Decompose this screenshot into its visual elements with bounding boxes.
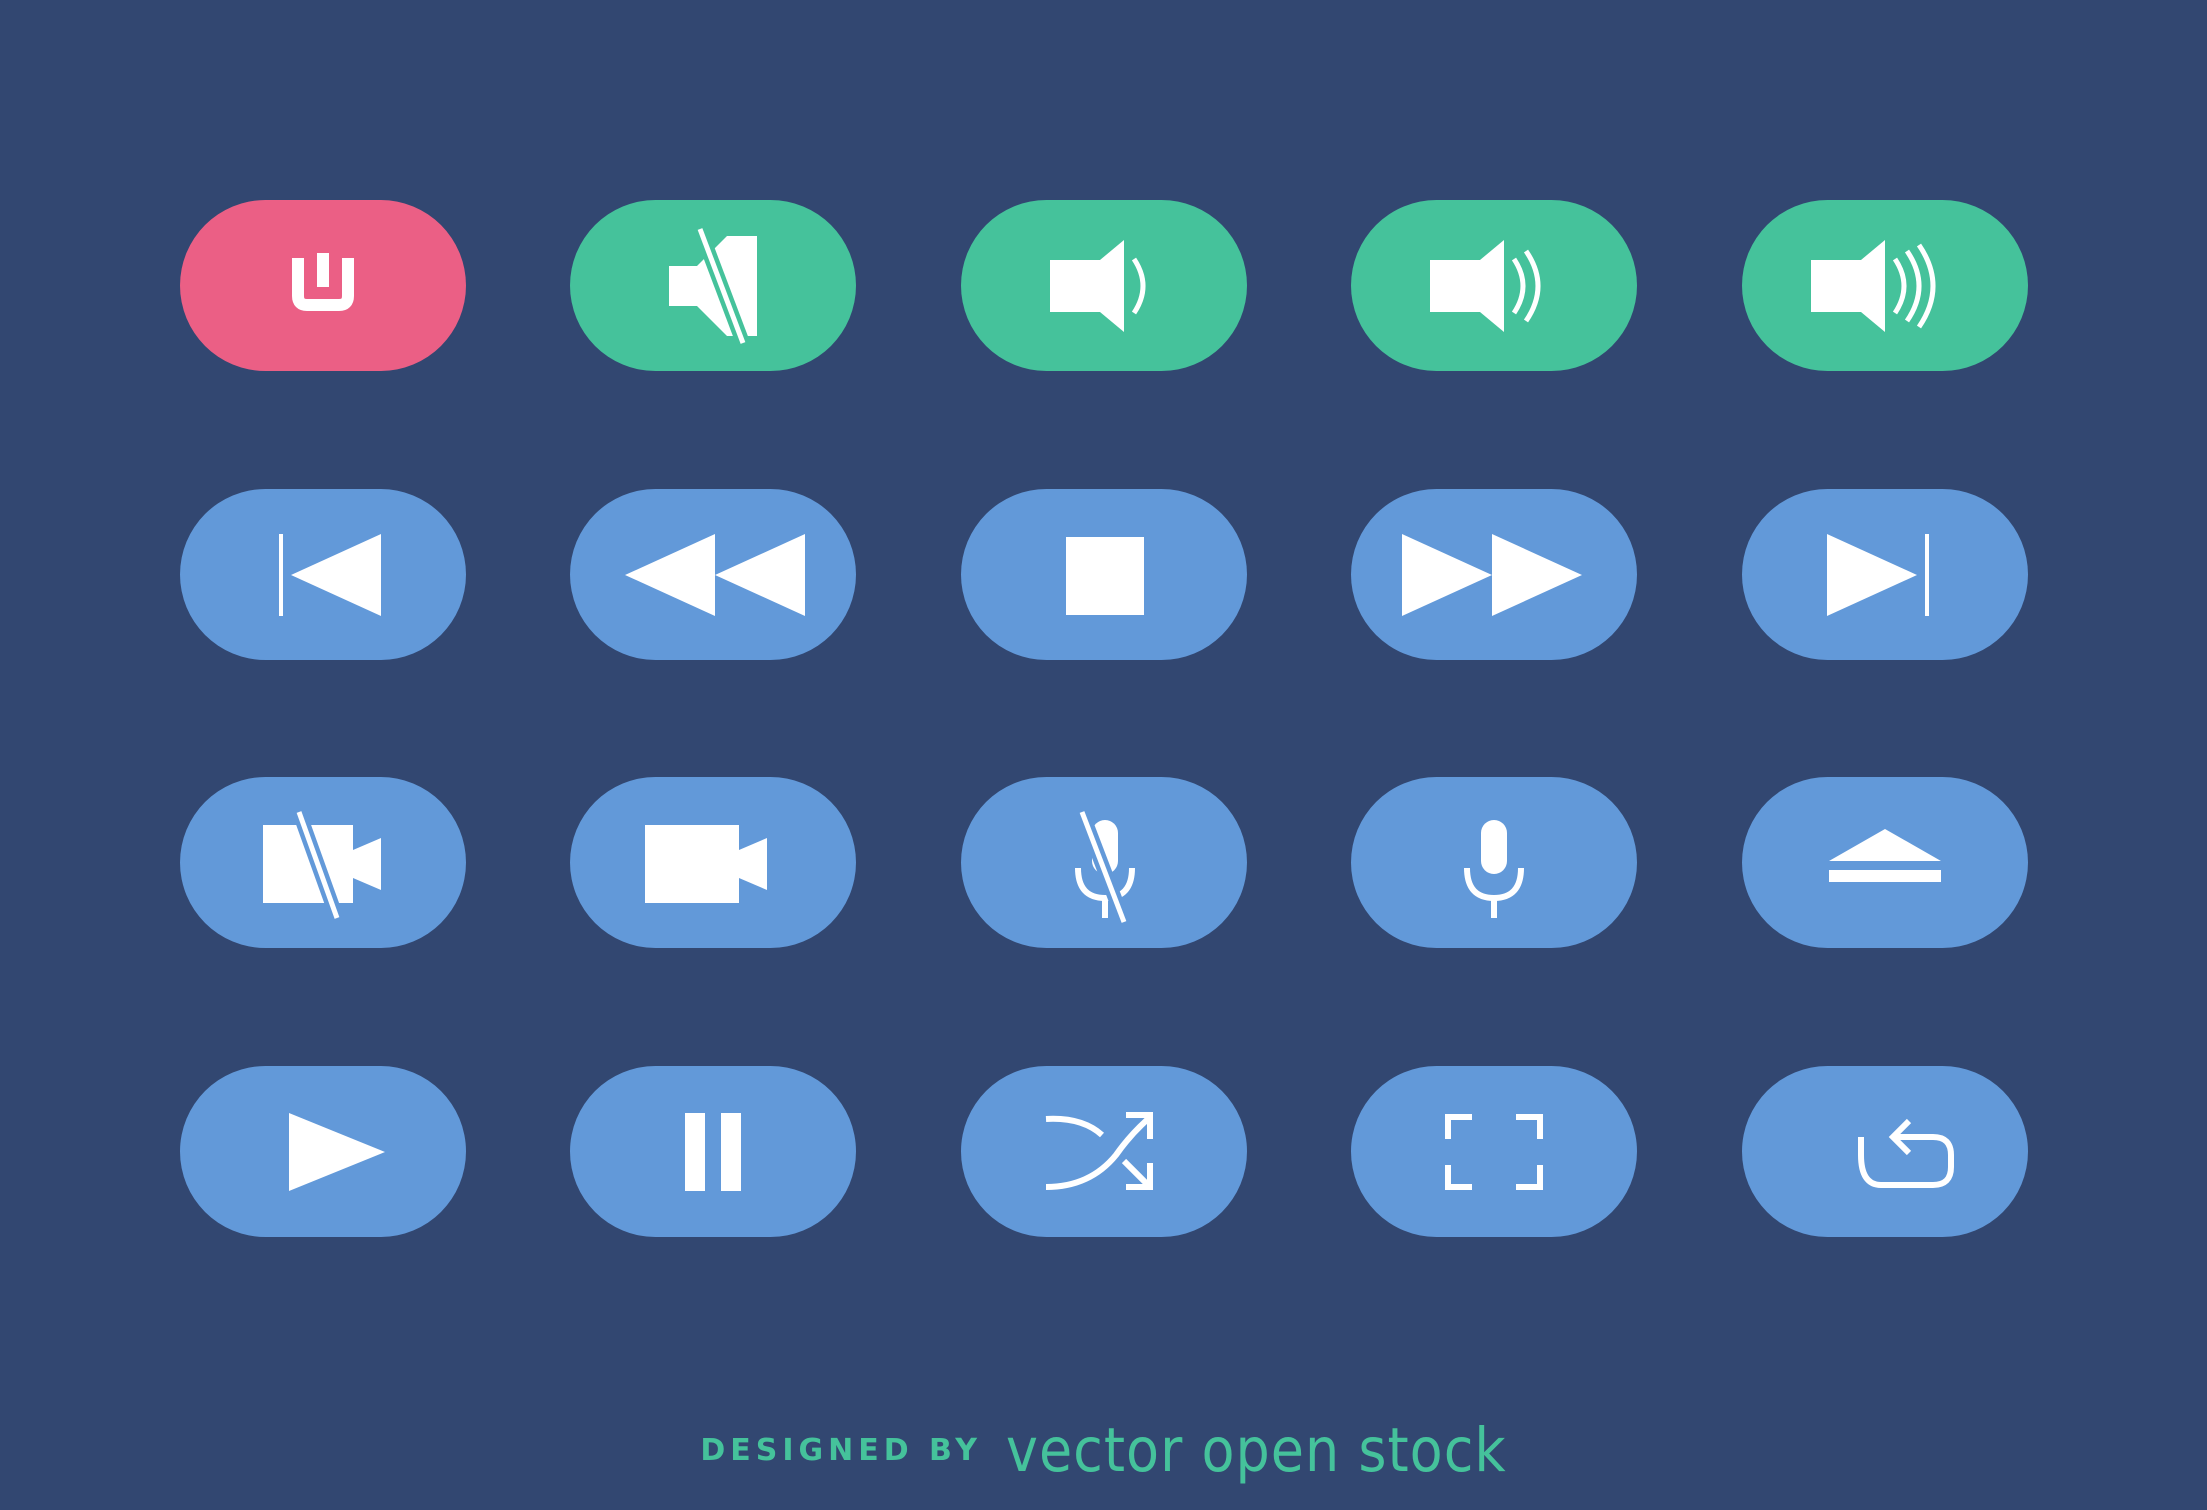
- mic-off-icon: [1075, 809, 1135, 924]
- skip-previous-button[interactable]: [180, 489, 466, 660]
- mic-off-button[interactable]: [961, 777, 1247, 948]
- eject-button[interactable]: [1742, 777, 2028, 948]
- pause-button[interactable]: [570, 1066, 856, 1237]
- volume-medium-icon: [1430, 239, 1541, 332]
- stop-button[interactable]: [961, 489, 1247, 660]
- stop-icon: [1066, 536, 1144, 615]
- credit-footer: DESIGNED BY vector open stock: [0, 1414, 2207, 1486]
- rewind-icon: [625, 533, 805, 616]
- volume-high-icon: [1811, 239, 1936, 332]
- power-icon: [292, 252, 354, 311]
- skip-next-button[interactable]: [1742, 489, 2028, 660]
- designed-by-label: DESIGNED BY: [700, 1432, 982, 1468]
- repeat-button[interactable]: [1742, 1066, 2028, 1237]
- video-camera-icon: [645, 824, 767, 903]
- repeat-icon: [1858, 1118, 1954, 1188]
- play-icon: [289, 1112, 385, 1191]
- eject-icon: [1829, 828, 1941, 882]
- fast-forward-button[interactable]: [1351, 489, 1637, 660]
- video-button[interactable]: [570, 777, 856, 948]
- mic-button[interactable]: [1351, 777, 1637, 948]
- brand-logo-text: vector open stock: [1006, 1414, 1507, 1486]
- fullscreen-button[interactable]: [1351, 1066, 1637, 1237]
- fullscreen-icon: [1445, 1113, 1543, 1190]
- volume-mute-button[interactable]: [570, 200, 856, 371]
- rewind-button[interactable]: [570, 489, 856, 660]
- pause-icon: [685, 1112, 741, 1191]
- volume-medium-button[interactable]: [1351, 200, 1637, 371]
- shuffle-button[interactable]: [961, 1066, 1247, 1237]
- volume-mute-icon: [669, 226, 757, 345]
- volume-low-icon: [1050, 239, 1146, 332]
- volume-low-button[interactable]: [961, 200, 1247, 371]
- power-button[interactable]: [180, 200, 466, 371]
- play-button[interactable]: [180, 1066, 466, 1237]
- microphone-icon: [1464, 819, 1524, 918]
- video-off-button[interactable]: [180, 777, 466, 948]
- skip-next-icon: [1827, 533, 1929, 616]
- media-icons-sheet: { "colors": { "background": "#324771", "…: [0, 0, 2207, 1510]
- fast-forward-icon: [1402, 533, 1582, 616]
- shuffle-icon: [1045, 1111, 1153, 1190]
- volume-high-button[interactable]: [1742, 200, 2028, 371]
- video-off-icon: [263, 809, 381, 920]
- skip-previous-icon: [279, 533, 381, 616]
